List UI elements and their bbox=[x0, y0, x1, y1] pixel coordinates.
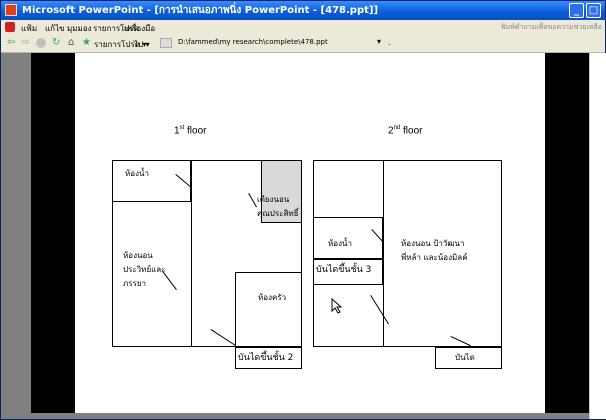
floor2-title-word: floor bbox=[403, 125, 423, 137]
menu-bar: แฟ้ม แก้ไข มุมมอง รายการโปรด เครื่องมือ … bbox=[1, 20, 605, 34]
floor1-bed-label: เตียงนอน คุณประสิทธิ์ bbox=[257, 195, 299, 218]
favorites-star-icon[interactable]: ★ bbox=[82, 36, 91, 49]
floor2-bathroom-label: ห้องน้ำ bbox=[328, 239, 352, 248]
address-extra: . bbox=[388, 38, 391, 47]
floor2-bedroom-label: ห้องนอน ป้าวัฒนา พี่หล้า และน้องมิลค์ bbox=[401, 239, 468, 262]
minimize-button[interactable]: _ bbox=[569, 3, 584, 18]
page-icon bbox=[160, 38, 172, 48]
floor1-bedroom-label: ห้องนอน ประวิทย์และ ภรรยา bbox=[123, 251, 166, 288]
forward-icon[interactable]: ⇨ bbox=[21, 36, 29, 49]
slide-canvas: 1st floor 2nd floor ห้องน้ำ ห้องนอน ประว… bbox=[75, 53, 545, 413]
ie-logo-icon bbox=[5, 22, 15, 32]
browser-toolbar: ⇦ ⇨ ↻ ⌂ ★ รายการโปรด ▾ ไป ▾ D:\fammed\my… bbox=[1, 34, 605, 53]
go-button[interactable]: ไป ▾ bbox=[134, 38, 150, 51]
window-title: Microsoft PowerPoint - [การนำเสนอภาพนิ่ง… bbox=[22, 5, 379, 16]
stop-icon[interactable] bbox=[36, 38, 46, 48]
floor2-title: 2nd floor bbox=[388, 125, 422, 136]
address-field[interactable]: D:\fammed\my research\complete\478.ppt bbox=[178, 38, 328, 46]
floor1-stairs-label: บันไดขึ้นชั้น 2 bbox=[238, 353, 294, 363]
floor1-title-word: floor bbox=[187, 125, 207, 137]
floor1-bathroom bbox=[112, 160, 191, 202]
floor2-title-sup: nd bbox=[393, 125, 401, 131]
powerpoint-window: Microsoft PowerPoint - [การนำเสนอภาพนิ่ง… bbox=[0, 0, 606, 420]
mouse-cursor-icon bbox=[331, 298, 343, 314]
slide-black-border-left bbox=[31, 53, 75, 413]
slide-viewport: 1st floor 2nd floor ห้องน้ำ ห้องนอน ประว… bbox=[1, 53, 606, 419]
address-dropdown-icon[interactable]: ▾ bbox=[377, 37, 381, 46]
slide-black-border-right bbox=[545, 53, 589, 413]
home-icon[interactable]: ⌂ bbox=[68, 36, 74, 49]
maximize-button[interactable]: □ bbox=[586, 3, 601, 18]
refresh-icon[interactable]: ↻ bbox=[52, 36, 60, 49]
floor1-kitchen-label: ห้องครัว bbox=[258, 293, 287, 302]
help-search-box[interactable]: พิมพ์คำถามเพื่อขอความช่วยเหลือ bbox=[501, 22, 603, 33]
floor1-title-sup: st bbox=[179, 125, 185, 131]
back-icon[interactable]: ⇦ bbox=[7, 36, 15, 49]
floor2-stairs3-label: บันไดขึ้นชั้น 3 bbox=[316, 265, 372, 275]
vertical-scrollbar[interactable] bbox=[589, 53, 606, 419]
floor1-kitchen bbox=[235, 272, 302, 347]
floor1-bathroom-label: ห้องน้ำ bbox=[125, 169, 149, 178]
floor1-title: 1st floor bbox=[174, 125, 206, 136]
floor2-stairs-label: บันได bbox=[455, 353, 475, 362]
powerpoint-app-icon[interactable] bbox=[5, 4, 17, 16]
title-bar: Microsoft PowerPoint - [การนำเสนอภาพนิ่ง… bbox=[1, 1, 605, 20]
